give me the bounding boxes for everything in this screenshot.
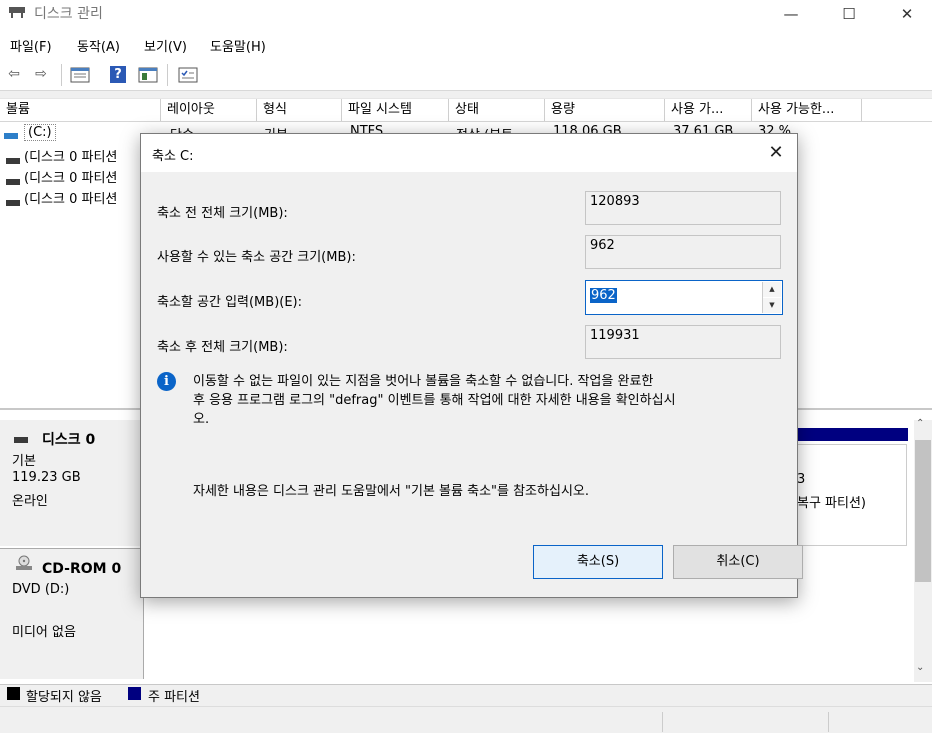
- col-header-volume[interactable]: 볼륨: [0, 99, 161, 121]
- disk-0-size: 119.23 GB: [12, 470, 81, 485]
- disk-management-icon: [9, 7, 25, 18]
- menu-file[interactable]: 파일(F): [10, 36, 52, 55]
- console-tree-icon[interactable]: [70, 67, 90, 83]
- list-cell-type: 기본: [264, 124, 288, 133]
- partition-size-fragment: 3: [797, 472, 806, 487]
- primary-swatch: [128, 687, 141, 700]
- shrink-amount-value[interactable]: 962: [590, 288, 617, 303]
- list-item-volume-c[interactable]: (C:): [24, 124, 56, 141]
- cdrom-drive: DVD (D:): [12, 582, 70, 597]
- forward-icon[interactable]: ⇨: [31, 65, 51, 83]
- toolbar-separator: [61, 64, 62, 86]
- dialog-close-button[interactable]: ✕: [761, 140, 791, 166]
- shrink-amount-label: 축소할 공간 입력(MB)(E):: [157, 295, 303, 310]
- legend-unallocated: 할당되지 않음: [26, 690, 102, 705]
- volume-icon: [6, 195, 20, 210]
- col-header-capacity[interactable]: 용량: [545, 99, 665, 121]
- col-header-free-space[interactable]: 사용 가...: [665, 99, 752, 121]
- total-after-field: 119931: [585, 325, 781, 359]
- volume-icon: [4, 128, 18, 143]
- available-space-field: 962: [585, 235, 781, 269]
- total-before-field: 120893: [585, 191, 781, 225]
- list-cell-free: 37.61 GB: [673, 124, 734, 133]
- col-header-percent-free[interactable]: 사용 가능한...: [752, 99, 862, 121]
- cdrom-name: CD-ROM 0: [42, 561, 122, 577]
- spin-up-icon[interactable]: ▲: [763, 282, 781, 297]
- cd-drive-icon: [16, 555, 32, 570]
- disk-0-name: 디스크 0: [42, 432, 96, 448]
- spin-down-icon[interactable]: ▼: [763, 298, 781, 313]
- scrollbar-thumb[interactable]: [915, 440, 931, 582]
- list-cell-percent: 32 %: [758, 124, 792, 133]
- total-after-label: 축소 후 전체 크기(MB):: [157, 340, 288, 355]
- scroll-up-icon[interactable]: ⌃: [916, 418, 924, 429]
- disk-0-type: 기본: [12, 454, 36, 469]
- menu-bar: [0, 30, 932, 60]
- help-icon[interactable]: ?: [110, 66, 126, 83]
- dialog-title-bar: [141, 134, 797, 172]
- close-button[interactable]: ✕: [884, 0, 930, 30]
- list-cell-capacity: 118.06 GB: [553, 124, 622, 133]
- disk-0-status: 온라인: [12, 494, 48, 509]
- minimize-button[interactable]: —: [768, 0, 814, 30]
- maximize-button[interactable]: ☐: [826, 0, 872, 30]
- info-line: 이동할 수 없는 파일이 있는 지점을 벗어나 볼륨을 축소할 수 없습니다. …: [193, 374, 654, 389]
- volume-icon: [6, 153, 20, 168]
- legend-primary: 주 파티션: [148, 690, 200, 705]
- list-item[interactable]: (디스크 0 파티션: [24, 167, 117, 186]
- list-cell-layout: 단순: [170, 124, 194, 133]
- list-item[interactable]: (디스크 0 파티션: [24, 146, 117, 165]
- info-line: 후 응용 프로그램 로그의 "defrag" 이벤트를 통해 작업에 대한 자세…: [193, 393, 676, 408]
- partition-label: 복구 파티션): [797, 496, 867, 511]
- primary-partition-bar: [797, 428, 908, 441]
- volume-icon: [6, 174, 20, 189]
- shrink-amount-input[interactable]: 962 ▲ ▼: [585, 280, 783, 315]
- col-header-filesystem[interactable]: 파일 시스템: [342, 99, 449, 121]
- status-bar: [0, 706, 932, 733]
- info-message: 이동할 수 없는 파일이 있는 지점을 벗어나 볼륨을 축소할 수 없습니다. …: [193, 372, 783, 429]
- col-header-layout[interactable]: 레이아웃: [161, 99, 257, 121]
- help-reference-text: 자세한 내용은 디스크 관리 도움말에서 "기본 볼륨 축소"를 참조하십시오.: [193, 484, 589, 499]
- list-cell-status: 정상 (부트...: [456, 124, 525, 133]
- total-before-label: 축소 전 전체 크기(MB):: [157, 206, 288, 221]
- list-item[interactable]: (디스크 0 파티션: [24, 188, 117, 207]
- col-header-status[interactable]: 상태: [449, 99, 545, 121]
- shrink-button[interactable]: 축소(S): [533, 545, 663, 579]
- unallocated-swatch: [7, 687, 20, 700]
- checklist-icon[interactable]: [178, 67, 198, 83]
- menu-help[interactable]: 도움말(H): [210, 36, 266, 55]
- list-cell-filesystem: NTFS: [350, 124, 384, 133]
- info-icon: i: [157, 372, 176, 391]
- status-divider: [662, 712, 663, 732]
- properties-icon[interactable]: [138, 67, 158, 83]
- menu-view[interactable]: 보기(V): [144, 36, 187, 55]
- cdrom-media: 미디어 없음: [12, 625, 76, 640]
- window-title: 디스크 관리: [34, 6, 103, 22]
- toolbar-separator: [167, 64, 168, 86]
- menu-action[interactable]: 동작(A): [77, 36, 120, 55]
- shrink-dialog: 축소 C: ✕ 축소 전 전체 크기(MB): 120893 사용할 수 있는 …: [140, 133, 803, 598]
- available-space-label: 사용할 수 있는 축소 공간 크기(MB):: [157, 250, 356, 265]
- cancel-button[interactable]: 취소(C): [673, 545, 803, 579]
- shrink-amount-spinner[interactable]: ▲ ▼: [762, 282, 781, 313]
- dialog-title: 축소 C:: [152, 149, 194, 164]
- back-icon[interactable]: ⇦: [4, 65, 24, 83]
- status-divider: [828, 712, 829, 732]
- info-line: 오.: [193, 412, 210, 427]
- scroll-down-icon[interactable]: ⌄: [916, 662, 924, 673]
- disk-icon: [14, 432, 28, 447]
- col-header-type[interactable]: 형식: [257, 99, 342, 121]
